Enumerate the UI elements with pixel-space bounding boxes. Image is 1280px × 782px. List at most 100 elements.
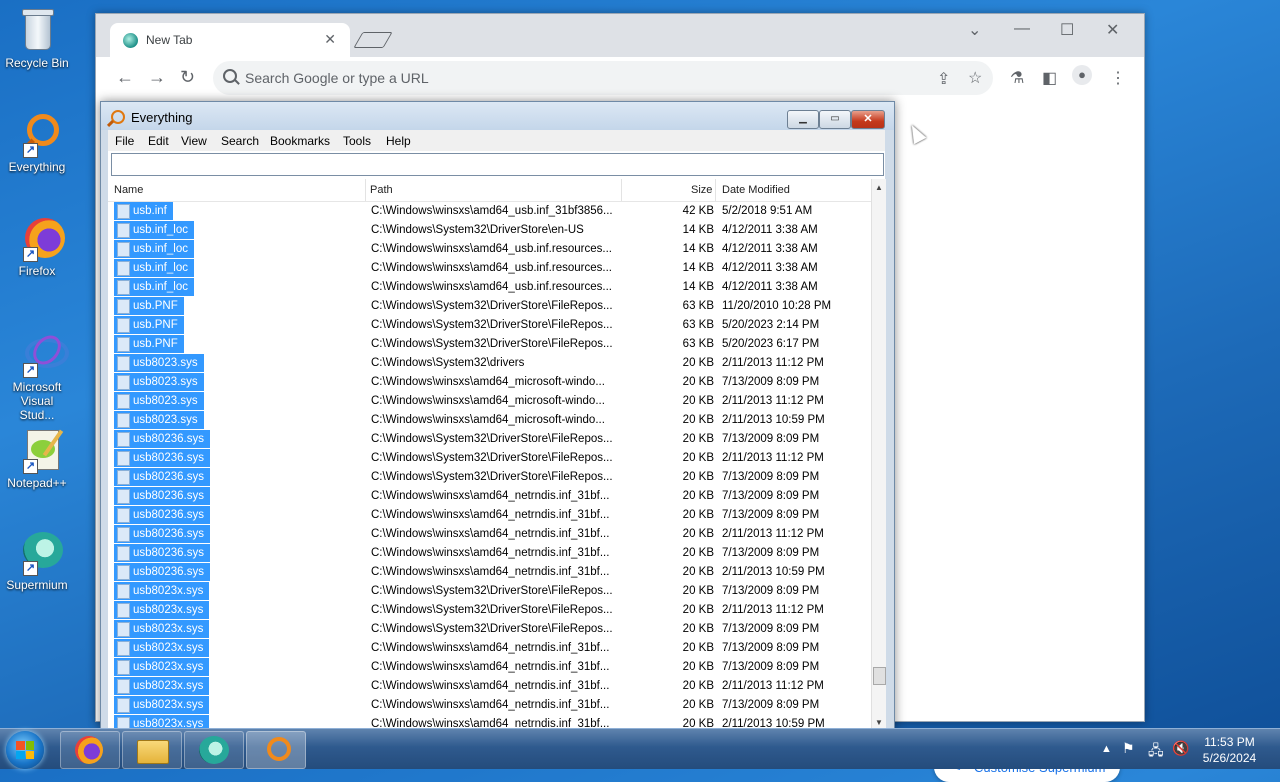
file-name-cell[interactable]: usb.inf_loc <box>114 278 194 296</box>
file-name-cell[interactable]: usb80236.sys <box>114 544 210 562</box>
table-row[interactable]: usb8023.sys C:\Windows\winsxs\amd64_micro… <box>108 410 871 429</box>
taskbar-file-explorer[interactable] <box>122 731 182 769</box>
file-name-cell[interactable]: usb.inf <box>114 202 173 220</box>
close-tab-icon[interactable]: ✕ <box>324 31 336 48</box>
desktop-icon-everything[interactable]: ↗ Everything <box>2 110 72 174</box>
minimize-button[interactable]: — <box>1014 20 1030 38</box>
table-row[interactable]: usb80236.sys C:\Windows\System32\DriverSt… <box>108 467 871 486</box>
file-name-cell[interactable]: usb8023x.sys <box>114 658 210 676</box>
table-row[interactable]: usb80236.sys C:\Windows\System32\DriverSt… <box>108 429 871 448</box>
close-window-button[interactable]: ✕ <box>1106 20 1119 40</box>
menu-view[interactable]: View <box>181 134 207 148</box>
menu-help[interactable]: Help <box>386 134 411 148</box>
column-name-header[interactable]: Name <box>114 184 143 196</box>
network-icon[interactable]: 🖧 <box>1148 740 1164 764</box>
table-row[interactable]: usb8023x.sys C:\Windows\winsxs\amd64_netr… <box>108 695 871 714</box>
show-hidden-icons[interactable]: ▲ <box>1101 743 1112 755</box>
menu-kebab-icon[interactable]: ⋮ <box>1110 68 1126 88</box>
file-name-cell[interactable]: usb80236.sys <box>114 468 210 486</box>
table-row[interactable]: usb8023.sys C:\Windows\System32\drivers 20… <box>108 353 871 372</box>
system-clock[interactable]: 11:53 PM 5/26/2024 <box>1192 734 1267 766</box>
file-name-cell[interactable]: usb8023x.sys <box>114 582 210 600</box>
profile-avatar-icon[interactable]: ● <box>1072 65 1092 85</box>
file-name-cell[interactable]: usb8023x.sys <box>114 677 210 695</box>
table-row[interactable]: usb8023.sys C:\Windows\winsxs\amd64_micro… <box>108 391 871 410</box>
table-row[interactable]: usb.PNF C:\Windows\System32\DriverStore\F… <box>108 315 871 334</box>
table-row[interactable]: usb8023x.sys C:\Windows\winsxs\amd64_netr… <box>108 714 871 729</box>
scroll-down-icon[interactable]: ▼ <box>875 718 883 727</box>
file-name-cell[interactable]: usb80236.sys <box>114 430 210 448</box>
start-button[interactable] <box>6 731 44 769</box>
table-row[interactable]: usb.inf_loc C:\Windows\winsxs\amd64_usb.i… <box>108 277 871 296</box>
maximize-button[interactable]: ▭ <box>819 110 851 129</box>
table-row[interactable]: usb.inf_loc C:\Windows\System32\DriverSto… <box>108 220 871 239</box>
menu-file[interactable]: File <box>115 134 134 148</box>
search-input[interactable] <box>111 153 884 176</box>
table-row[interactable]: usb.inf_loc C:\Windows\winsxs\amd64_usb.i… <box>108 258 871 277</box>
table-row[interactable]: usb8023x.sys C:\Windows\System32\DriverSt… <box>108 619 871 638</box>
forward-icon[interactable]: → <box>148 67 166 88</box>
minimize-button[interactable]: ▁ <box>787 110 819 129</box>
close-window-button[interactable]: ✕ <box>851 110 885 129</box>
everything-titlebar[interactable]: Everything ▁ ▭ ✕ <box>101 102 894 130</box>
table-row[interactable]: usb8023x.sys C:\Windows\System32\DriverSt… <box>108 600 871 619</box>
action-center-flag-icon[interactable]: ⚑ <box>1122 740 1135 757</box>
menu-tools[interactable]: Tools <box>343 134 371 148</box>
maximize-button[interactable]: ☐ <box>1060 20 1074 40</box>
table-row[interactable]: usb80236.sys C:\Windows\winsxs\amd64_netr… <box>108 562 871 581</box>
table-row[interactable]: usb8023x.sys C:\Windows\winsxs\amd64_netr… <box>108 657 871 676</box>
file-name-cell[interactable]: usb.PNF <box>114 316 184 334</box>
table-row[interactable]: usb80236.sys C:\Windows\winsxs\amd64_netr… <box>108 543 871 562</box>
menu-bookmarks[interactable]: Bookmarks <box>270 134 330 148</box>
share-icon[interactable]: ⇪ <box>937 69 950 89</box>
file-name-cell[interactable]: usb.inf_loc <box>114 259 194 277</box>
scroll-up-icon[interactable]: ▲ <box>875 183 883 192</box>
file-name-cell[interactable]: usb8023.sys <box>114 354 204 372</box>
extensions-icon[interactable]: ⚗ <box>1010 68 1024 88</box>
file-name-cell[interactable]: usb8023x.sys <box>114 620 210 638</box>
column-divider[interactable] <box>621 179 622 201</box>
table-row[interactable]: usb.inf_loc C:\Windows\winsxs\amd64_usb.i… <box>108 239 871 258</box>
file-name-cell[interactable]: usb8023x.sys <box>114 696 210 714</box>
taskbar-supermium[interactable] <box>184 731 244 769</box>
file-name-cell[interactable]: usb8023x.sys <box>114 639 210 657</box>
file-name-cell[interactable]: usb80236.sys <box>114 563 210 581</box>
desktop-icon-firefox[interactable]: ↗ Firefox <box>2 214 72 278</box>
side-panel-icon[interactable]: ◧ <box>1042 68 1057 88</box>
table-row[interactable]: usb.inf C:\Windows\winsxs\amd64_usb.inf_3… <box>108 201 871 220</box>
table-row[interactable]: usb.PNF C:\Windows\System32\DriverStore\F… <box>108 296 871 315</box>
table-row[interactable]: usb.PNF C:\Windows\System32\DriverStore\F… <box>108 334 871 353</box>
desktop-icon-visual-studio[interactable]: ↗ Microsoft Visual Stud... <box>2 330 72 422</box>
column-path-header[interactable]: Path <box>370 184 393 196</box>
file-name-cell[interactable]: usb.inf_loc <box>114 240 194 258</box>
table-row[interactable]: usb80236.sys C:\Windows\System32\DriverSt… <box>108 448 871 467</box>
file-name-cell[interactable]: usb80236.sys <box>114 506 210 524</box>
file-name-cell[interactable]: usb80236.sys <box>114 449 210 467</box>
address-bar[interactable]: Search Google or type a URL ⇪ ☆ <box>213 61 993 95</box>
file-name-cell[interactable]: usb8023.sys <box>114 392 204 410</box>
file-name-cell[interactable]: usb8023.sys <box>114 373 204 391</box>
desktop-icon-recycle-bin[interactable]: Recycle Bin <box>2 6 72 70</box>
table-row[interactable]: usb80236.sys C:\Windows\winsxs\amd64_netr… <box>108 505 871 524</box>
table-row[interactable]: usb8023.sys C:\Windows\winsxs\amd64_micro… <box>108 372 871 391</box>
table-row[interactable]: usb8023x.sys C:\Windows\winsxs\amd64_netr… <box>108 676 871 695</box>
desktop-icon-notepadpp[interactable]: ↗ Notepad++ <box>2 426 72 490</box>
tab-new-tab[interactable]: New Tab ✕ <box>110 23 350 57</box>
file-name-cell[interactable]: usb.inf_loc <box>114 221 194 239</box>
tab-search-icon[interactable]: ⌄ <box>968 20 981 40</box>
taskbar-everything[interactable] <box>246 731 306 769</box>
column-divider[interactable] <box>365 179 366 201</box>
taskbar-firefox[interactable] <box>60 731 120 769</box>
file-name-cell[interactable]: usb80236.sys <box>114 487 210 505</box>
table-row[interactable]: usb8023x.sys C:\Windows\System32\DriverSt… <box>108 581 871 600</box>
vertical-scrollbar[interactable]: ▲ ▼ <box>871 179 886 729</box>
file-name-cell[interactable]: usb80236.sys <box>114 525 210 543</box>
file-name-cell[interactable]: usb.PNF <box>114 335 184 353</box>
column-size-header[interactable]: Size <box>691 184 712 196</box>
file-name-cell[interactable]: usb.PNF <box>114 297 184 315</box>
new-tab-button[interactable] <box>353 32 393 48</box>
reload-icon[interactable]: ↻ <box>180 67 195 88</box>
desktop-icon-supermium[interactable]: ↗ Supermium <box>2 528 72 592</box>
column-divider[interactable] <box>715 179 716 201</box>
file-name-cell[interactable]: usb8023.sys <box>114 411 204 429</box>
